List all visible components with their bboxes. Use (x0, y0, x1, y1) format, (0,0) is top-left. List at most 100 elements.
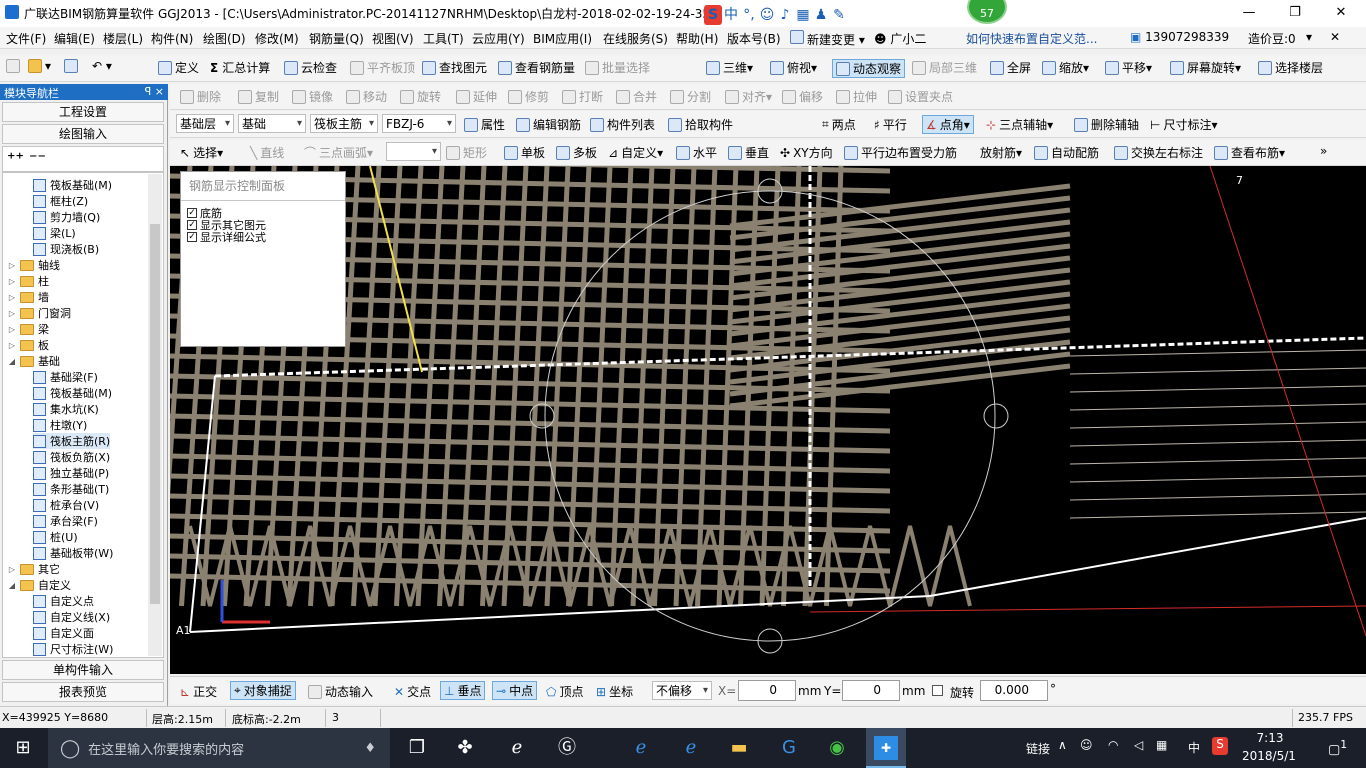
volume-icon[interactable]: ◁ (1134, 738, 1143, 752)
keyboard-icon[interactable]: ▦ (794, 7, 812, 23)
dynamic-input-button[interactable]: 动态输入 (308, 683, 373, 700)
ad-link[interactable]: 如何快速布置自定义范... (966, 30, 1097, 47)
menu-help[interactable]: 帮助(H) (676, 30, 718, 47)
close-button[interactable]: ✕ (1318, 0, 1364, 27)
merge-button[interactable]: 合并 (616, 88, 657, 105)
element-name-select[interactable]: FBZJ-6 (382, 114, 456, 133)
nav-pin-close-icon[interactable]: ꟼ × (145, 85, 164, 98)
fullscreen-button[interactable]: 全屏 (990, 59, 1031, 76)
sogou-tray-icon[interactable]: S (1212, 737, 1228, 755)
tree-folder[interactable]: ◢ 基础 (7, 353, 60, 369)
vertical-button[interactable]: 垂直 (728, 144, 769, 161)
rotate-checkbox[interactable] (932, 685, 943, 696)
two-point-axis-button[interactable]: ⌗ 两点 (822, 116, 856, 133)
menu-tools[interactable]: 工具(T) (423, 30, 464, 47)
break-button[interactable]: 打断 (562, 88, 603, 105)
extend-button[interactable]: 延伸 (456, 88, 497, 105)
links-toolbar[interactable]: 链接 (1026, 740, 1050, 757)
summary-calc-button[interactable]: Σ 汇总计算 (210, 59, 270, 76)
define-button[interactable]: 定义 (158, 59, 199, 76)
expand-toggle-icon[interactable]: ▷ (7, 341, 17, 350)
rotate-button[interactable]: 旋转 (400, 88, 441, 105)
menu-modify[interactable]: 修改(M) (255, 30, 299, 47)
maximize-button[interactable]: ❐ (1272, 0, 1318, 27)
tree-folder[interactable]: ▷ 柱 (7, 273, 49, 289)
wifi-icon[interactable]: ◠ (1108, 738, 1118, 752)
rectangle-button[interactable]: 矩形 (446, 144, 487, 161)
keyboard-tray-icon[interactable]: ▦ (1156, 738, 1167, 752)
y-input[interactable]: 0 (842, 680, 900, 701)
tree-item[interactable]: 尺寸标注(W) (33, 641, 113, 657)
offset-button[interactable]: 偏移 (782, 88, 823, 105)
ie-browser-icon[interactable]: ℯ (504, 736, 530, 760)
batch-select-button[interactable]: 批量选择 (585, 59, 650, 76)
auto-rebar-button[interactable]: 自动配筋 (1034, 144, 1099, 161)
tree-item[interactable]: 独立基础(P) (33, 465, 109, 481)
coordinate-snap-button[interactable]: ⊞ 坐标 (596, 683, 633, 700)
set-grip-button[interactable]: 设置夹点 (888, 88, 953, 105)
tree-item[interactable]: 桩承台(V) (33, 497, 99, 513)
menu-guang-xiaoer[interactable]: ☻ 广小二 (874, 30, 926, 47)
expand-toggle-icon[interactable]: ◢ (7, 357, 17, 366)
tree-folder[interactable]: ▷ 板 (7, 337, 49, 353)
pick-component-button[interactable]: 拾取构件 (668, 116, 733, 133)
microphone-icon[interactable]: ♦ (364, 741, 376, 756)
drawing-input-button[interactable]: 绘图输入 (2, 124, 164, 144)
view-rebar-quantity-button[interactable]: 查看钢筋量 (498, 59, 575, 76)
xy-direction-button[interactable]: ✣ XY方向 (780, 144, 833, 161)
trim-button[interactable]: 修剪 (508, 88, 549, 105)
action-center-icon[interactable]: ▢1 (1328, 738, 1347, 757)
tree-item[interactable]: 筏板负筋(X) (33, 449, 110, 465)
green-app-icon[interactable]: ◉ (824, 736, 850, 760)
menu-new-change[interactable]: 新建变更 ▾ (790, 30, 865, 48)
expand-toggle-icon[interactable]: ▷ (7, 309, 17, 318)
menu-version[interactable]: 版本号(B) (727, 30, 781, 47)
menu-view[interactable]: 视图(V) (372, 30, 414, 47)
tree-item[interactable]: 自定义点 (33, 593, 94, 609)
vertex-snap-button[interactable]: ⬠ 顶点 (546, 683, 583, 700)
tree-item[interactable]: 筏板基础(M) (33, 177, 112, 193)
custom-button[interactable]: ⊿ 自定义 ▾ (608, 144, 663, 161)
open-file-icon[interactable]: ▾ (28, 59, 51, 73)
perpendicular-snap-button[interactable]: ⊥ 垂点 (440, 681, 486, 700)
orbit-handle[interactable] (983, 403, 1009, 429)
top-view-button[interactable]: 俯视 ▾ (770, 59, 817, 76)
tray-expand-icon[interactable]: ∧ (1058, 738, 1067, 752)
tree-item[interactable]: 框柱(Z) (33, 193, 88, 209)
tree-item[interactable]: 现浇板(B) (33, 241, 99, 257)
midpoint-snap-button[interactable]: ⊸ 中点 (492, 681, 538, 700)
windows-start-icon[interactable]: ⊞ (10, 736, 36, 760)
ime-toolbar[interactable]: S 中 °, ☺ ♪ ▦ ♟ ✎ (704, 4, 848, 25)
notification-badge[interactable]: 57 (967, 0, 1007, 24)
expand-toggle-icon[interactable]: ◢ (7, 581, 17, 590)
expand-toggle-icon[interactable]: ▷ (7, 565, 17, 574)
mirror-button[interactable]: 镜像 (292, 88, 333, 105)
x-input[interactable]: 0 (738, 680, 796, 701)
punctuation-icon[interactable]: °, (740, 7, 758, 23)
move-button[interactable]: 移动 (346, 88, 387, 105)
expand-toggle-icon[interactable]: ▷ (7, 261, 17, 270)
find-element-button[interactable]: 查找图元 (422, 59, 487, 76)
tree-item[interactable]: 基础板带(W) (33, 545, 113, 561)
menu-component[interactable]: 构件(N) (151, 30, 193, 47)
category-select[interactable]: 基础 (238, 114, 306, 133)
toolbar-overflow-icon[interactable]: » (1320, 144, 1327, 158)
chinese-mode-icon[interactable]: 中 (722, 4, 740, 24)
glodon-g-icon[interactable]: G (776, 736, 802, 760)
expand-toggle-icon[interactable]: ▷ (7, 325, 17, 334)
align-button[interactable]: 对齐 ▾ (725, 88, 772, 105)
local-3d-button[interactable]: 局部三维 (912, 59, 977, 76)
radial-rebar-button[interactable]: 放射筋 ▾ (980, 144, 1022, 161)
tree-folder[interactable]: ▷ 梁 (7, 321, 49, 337)
element-type-select[interactable]: 筏板主筋 (310, 114, 378, 133)
tree-item[interactable]: 筏板基础(M) (33, 385, 112, 401)
menu-floor[interactable]: 楼层(L) (103, 30, 143, 47)
line-button[interactable]: ╲ 直线 (250, 144, 284, 161)
menu-online-service[interactable]: 在线服务(S) (603, 30, 668, 47)
clock-time[interactable]: 7:13 (1250, 731, 1290, 745)
point-angle-axis-button[interactable]: ∡ 点角 ▾ (922, 115, 974, 134)
3d-view-button[interactable]: 三维 ▾ (706, 59, 753, 76)
screen-rotate-button[interactable]: 屏幕旋转 ▾ (1170, 59, 1241, 76)
split-button[interactable]: 分割 (670, 88, 711, 105)
select-button[interactable]: ↖ 选择 ▾ (180, 144, 223, 161)
